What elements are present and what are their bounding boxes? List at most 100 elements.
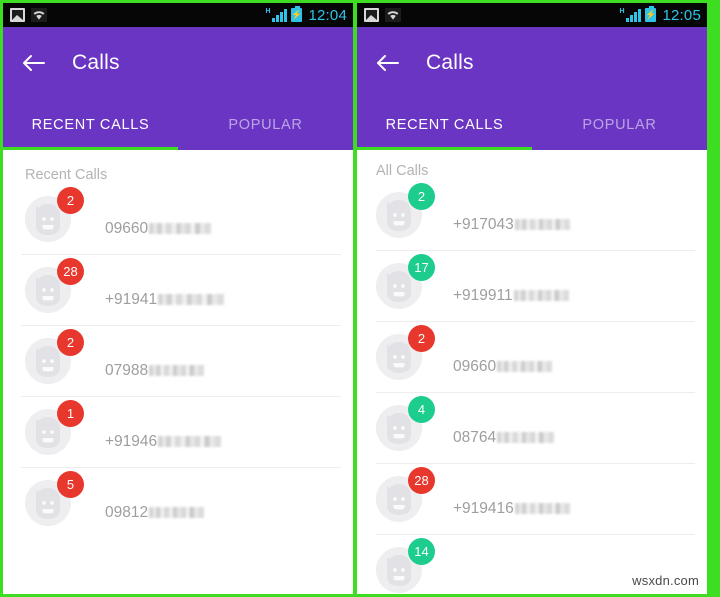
phone-number: +917043 bbox=[453, 216, 570, 234]
status-bar-left-icons bbox=[364, 8, 401, 22]
call-list: 2 09660 28 +91941 2 07988 1 +91946 5 09812 bbox=[3, 183, 353, 538]
avatar: 5 bbox=[25, 470, 84, 526]
phone-number: 07988 bbox=[105, 361, 205, 380]
avatar: 2 bbox=[25, 328, 84, 384]
tab-recent-calls[interactable]: RECENT CALLS bbox=[357, 99, 532, 150]
back-arrow-icon[interactable] bbox=[20, 50, 46, 76]
status-bar: H ⚡ 12:04 bbox=[3, 3, 353, 27]
watermark: wsxdn.com bbox=[632, 573, 699, 588]
page-title: Calls bbox=[426, 51, 474, 74]
phone-number: 09660 bbox=[105, 219, 212, 238]
phone-number-prefix: 07988 bbox=[105, 361, 149, 379]
call-count-badge: 2 bbox=[408, 182, 435, 210]
section-title: Recent Calls bbox=[25, 167, 108, 183]
phone-panel-left: H ⚡ 12:04 Calls RECENT CALLS POPULAR Rec… bbox=[0, 0, 355, 597]
phone-number: 09812 bbox=[105, 503, 205, 522]
phone-number: +91941 bbox=[105, 290, 225, 309]
avatar: 28 bbox=[25, 257, 84, 313]
wifi-icon bbox=[31, 8, 47, 22]
call-list-area: All Calls 2 +917043 17 +919911 2 09660 4 08764 2… bbox=[357, 150, 707, 594]
status-bar-left-icons bbox=[10, 8, 47, 22]
phone-number: 08764 bbox=[453, 428, 555, 447]
phone-number-prefix: +91941 bbox=[105, 290, 158, 308]
status-bar-clock: 12:04 bbox=[308, 6, 347, 24]
redacted-number-block bbox=[497, 361, 553, 372]
redacted-number-block bbox=[158, 436, 222, 447]
signal-icon: H bbox=[265, 7, 288, 22]
avatar: 28 bbox=[376, 466, 435, 522]
phone-number-prefix: 09660 bbox=[105, 219, 149, 237]
status-bar: H ⚡ 12:05 bbox=[357, 3, 707, 27]
battery-charging-icon: ⚡ bbox=[645, 6, 657, 22]
call-count-badge: 2 bbox=[57, 186, 84, 214]
call-list-area: Recent Calls 2 09660 28 +91941 2 07988 1 +91946… bbox=[3, 150, 353, 538]
avatar: 2 bbox=[376, 182, 435, 238]
tab-popular[interactable]: POPULAR bbox=[532, 99, 707, 150]
redacted-number-block bbox=[513, 290, 569, 301]
page-title: Calls bbox=[72, 51, 120, 74]
section-title: All Calls bbox=[376, 163, 429, 179]
phone-number-prefix: 09812 bbox=[105, 503, 149, 521]
call-list-item[interactable]: 2 +917043 bbox=[357, 179, 707, 250]
status-bar-clock: 12:05 bbox=[662, 6, 701, 24]
call-list-item[interactable]: 1 +91946 bbox=[3, 396, 353, 467]
phone-number: +919911 bbox=[453, 287, 569, 305]
call-count-badge: 2 bbox=[408, 324, 435, 352]
status-bar-right-icons: H ⚡ 12:04 bbox=[265, 6, 347, 24]
redacted-number-block bbox=[514, 219, 570, 230]
call-count-badge: 1 bbox=[57, 399, 84, 427]
status-bar-right-icons: H ⚡ 12:05 bbox=[619, 6, 701, 24]
redacted-number-block bbox=[158, 294, 225, 305]
call-list-item[interactable]: 28 +919416 bbox=[357, 463, 707, 534]
phone-number: 09660 bbox=[453, 357, 553, 376]
tab-popular[interactable]: POPULAR bbox=[178, 99, 353, 150]
app-bar: Calls bbox=[3, 27, 353, 99]
avatar: 2 bbox=[376, 324, 435, 380]
phone-number-prefix: 08764 bbox=[453, 428, 497, 446]
redacted-number-block bbox=[149, 365, 205, 376]
avatar: 14 bbox=[376, 537, 435, 593]
redacted-number-block bbox=[514, 503, 570, 514]
call-count-badge: 17 bbox=[408, 253, 435, 281]
redacted-number-block bbox=[149, 507, 205, 518]
avatar: 4 bbox=[376, 395, 435, 451]
call-list-item[interactable]: 2 07988 bbox=[3, 325, 353, 396]
call-list-item[interactable]: 5 09812 bbox=[3, 467, 353, 538]
redacted-number-block bbox=[497, 432, 555, 443]
redacted-number-block bbox=[149, 223, 212, 234]
phone-number-prefix: +919416 bbox=[453, 499, 514, 517]
phone-number: +919416 bbox=[453, 500, 570, 518]
call-count-badge: 28 bbox=[408, 466, 435, 494]
tab-recent-calls[interactable]: RECENT CALLS bbox=[3, 99, 178, 150]
screenshot-root: H ⚡ 12:04 Calls RECENT CALLS POPULAR Rec… bbox=[0, 0, 720, 597]
call-list-item[interactable]: 28 +91941 bbox=[3, 254, 353, 325]
network-type-label: H bbox=[265, 7, 271, 15]
battery-charging-icon: ⚡ bbox=[291, 6, 303, 22]
phone-number-prefix: +919911 bbox=[453, 286, 513, 304]
phone-number: +91946 bbox=[105, 432, 222, 451]
gallery-icon bbox=[10, 8, 25, 22]
phone-panel-right: H ⚡ 12:05 Calls RECENT CALLS POPULAR All… bbox=[355, 0, 710, 597]
call-list-item[interactable]: 2 09660 bbox=[3, 183, 353, 254]
avatar: 2 bbox=[25, 186, 84, 242]
gallery-icon bbox=[364, 8, 379, 22]
call-count-badge: 28 bbox=[57, 257, 84, 285]
avatar: 1 bbox=[25, 399, 84, 455]
call-list-item[interactable]: 2 09660 bbox=[357, 321, 707, 392]
phone-number-prefix: +91946 bbox=[105, 432, 158, 450]
call-count-badge: 2 bbox=[57, 328, 84, 356]
network-type-label: H bbox=[619, 7, 625, 15]
app-bar: Calls bbox=[357, 27, 707, 99]
call-count-badge: 5 bbox=[57, 470, 84, 498]
wifi-icon bbox=[385, 8, 401, 22]
back-arrow-icon[interactable] bbox=[374, 50, 400, 76]
tab-bar: RECENT CALLS POPULAR bbox=[3, 99, 353, 150]
signal-icon: H bbox=[619, 7, 642, 22]
call-list-item[interactable]: 4 08764 bbox=[357, 392, 707, 463]
tab-bar: RECENT CALLS POPULAR bbox=[357, 99, 707, 150]
call-list-item[interactable]: 17 +919911 bbox=[357, 250, 707, 321]
phone-number-prefix: +917043 bbox=[453, 215, 514, 233]
call-count-badge: 14 bbox=[408, 537, 435, 565]
phone-number-prefix: 09660 bbox=[453, 357, 497, 375]
avatar: 17 bbox=[376, 253, 435, 309]
